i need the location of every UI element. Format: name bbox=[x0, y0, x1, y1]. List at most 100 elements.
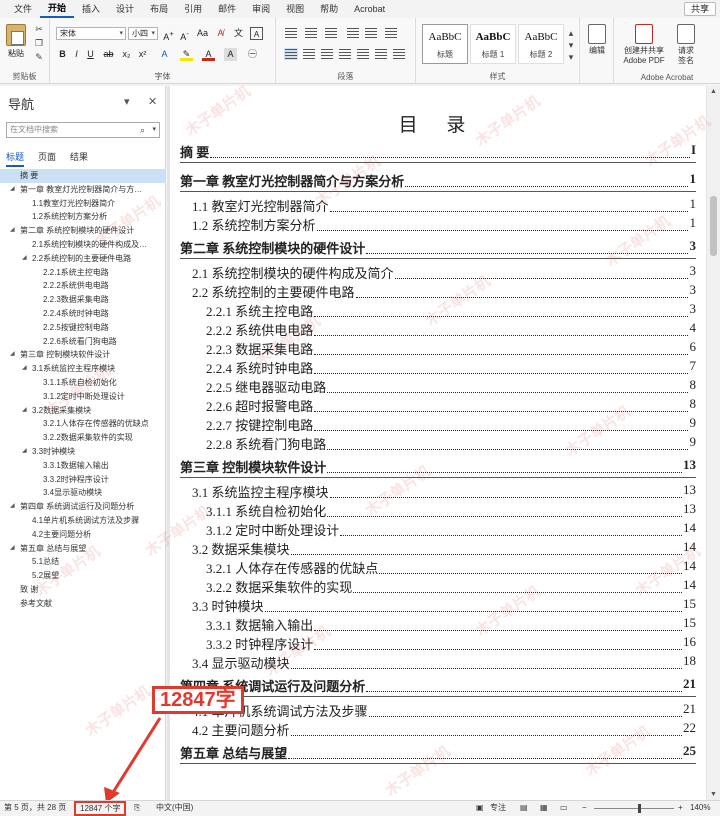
style-title[interactable]: AaBbC 标题 bbox=[422, 24, 468, 64]
align-left-icon[interactable] bbox=[284, 48, 298, 60]
zoom-in-icon[interactable]: + bbox=[678, 801, 683, 815]
web-layout-icon[interactable]: ▭ bbox=[560, 801, 568, 815]
nav-heading-item[interactable]: 致 谢 bbox=[0, 583, 166, 597]
toc-section-entry[interactable]: 1.1 教室灯光控制器简介 1 bbox=[170, 196, 706, 216]
toc-chapter-entry[interactable]: 第二章 系统控制模块的硬件设计 3 bbox=[170, 238, 706, 258]
focus-icon[interactable]: ▣ bbox=[476, 801, 484, 815]
distributed-icon[interactable] bbox=[356, 48, 370, 60]
read-mode-icon[interactable]: ▤ bbox=[520, 801, 528, 815]
grow-font-icon[interactable]: A+ bbox=[162, 27, 175, 42]
nav-heading-item[interactable]: 5.1总结 bbox=[0, 555, 166, 569]
menu-tab[interactable]: 文件 bbox=[6, 0, 40, 18]
toc-chapter-entry[interactable]: 第五章 总结与展望 25 bbox=[170, 743, 706, 763]
toc-section-entry[interactable]: 2.2.5 继电器驱动电路 8 bbox=[170, 377, 706, 397]
enclose-char-icon[interactable]: ㊀ bbox=[246, 48, 259, 61]
collapse-triangle-icon[interactable]: ◢ bbox=[22, 362, 27, 376]
scroll-thumb[interactable] bbox=[710, 196, 717, 256]
toc-section-entry[interactable]: 2.2.3 数据采集电路 6 bbox=[170, 339, 706, 359]
nav-heading-item[interactable]: 3.2.1人体存在传感器的优缺点 bbox=[0, 417, 166, 431]
nav-heading-item[interactable]: ◢ 第三章 控制模块软件设计 bbox=[0, 348, 166, 362]
toc-section-entry[interactable]: 2.2.7 按键控制电路 9 bbox=[170, 415, 706, 435]
toc-section-entry[interactable]: 3.3.2 时钟程序设计 16 bbox=[170, 634, 706, 654]
italic-icon[interactable]: I bbox=[70, 48, 83, 61]
nav-heading-item[interactable]: 5.2展望 bbox=[0, 569, 166, 583]
change-case-icon[interactable]: Aa bbox=[196, 27, 209, 40]
toc-section-entry[interactable]: 3.3.1 数据输入输出 15 bbox=[170, 615, 706, 635]
nav-tab[interactable]: 结果 bbox=[70, 150, 88, 167]
menu-tab[interactable]: 开始 bbox=[40, 1, 75, 18]
font-color-icon[interactable]: A bbox=[202, 48, 215, 61]
nav-heading-item[interactable]: 2.2.3数据采集电路 bbox=[0, 293, 166, 307]
numbering-icon[interactable] bbox=[304, 27, 318, 39]
chevron-up-icon[interactable]: ▴ bbox=[566, 28, 576, 38]
phonetic-guide-icon[interactable]: 文 bbox=[232, 27, 245, 40]
nav-heading-item[interactable]: 摘 要 bbox=[0, 169, 166, 183]
zoom-slider[interactable] bbox=[594, 808, 674, 809]
nav-heading-item[interactable]: 2.2.6系统看门狗电路 bbox=[0, 335, 166, 349]
toc-section-entry[interactable]: 2.1 系统控制模块的硬件构成及简介 3 bbox=[170, 263, 706, 283]
toc-section-entry[interactable]: 3.2 数据采集模块 14 bbox=[170, 539, 706, 559]
word-count[interactable]: 12847 个字 bbox=[74, 801, 127, 816]
nav-heading-item[interactable]: 3.4显示驱动模块 bbox=[0, 486, 166, 500]
collapse-triangle-icon[interactable]: ◢ bbox=[10, 542, 15, 556]
text-effects-icon[interactable]: A bbox=[158, 48, 171, 61]
nav-heading-item[interactable]: ◢ 3.3时钟模块 bbox=[0, 445, 166, 459]
nav-heading-item[interactable]: 2.2.2系统供电电路 bbox=[0, 279, 166, 293]
collapse-triangle-icon[interactable]: ◢ bbox=[22, 404, 27, 418]
menu-tab[interactable]: 审阅 bbox=[244, 0, 278, 18]
nav-heading-item[interactable]: 3.3.2时钟程序设计 bbox=[0, 473, 166, 487]
editing-button[interactable]: 编辑 bbox=[584, 24, 610, 56]
nav-heading-item[interactable]: 3.1.1系统自检初始化 bbox=[0, 376, 166, 390]
toc-section-entry[interactable]: 3.4 显示驱动模块 18 bbox=[170, 653, 706, 673]
font-name-combo[interactable]: 宋体 ▾ bbox=[56, 27, 126, 40]
justify-icon[interactable] bbox=[338, 48, 352, 60]
menu-tab[interactable]: 布局 bbox=[142, 0, 176, 18]
multilevel-list-icon[interactable] bbox=[324, 27, 338, 39]
chevron-down-icon[interactable]: ▾ bbox=[152, 123, 156, 137]
toc-chapter-entry[interactable]: 第三章 控制模块软件设计 13 bbox=[170, 457, 706, 477]
nav-heading-item[interactable]: ◢ 第五章 总结与展望 bbox=[0, 542, 166, 556]
bold-icon[interactable]: B bbox=[56, 48, 69, 61]
superscript-icon[interactable]: x² bbox=[136, 48, 149, 61]
toc-section-entry[interactable]: 3.3 时钟模块 15 bbox=[170, 596, 706, 616]
zoom-level[interactable]: 140% bbox=[690, 801, 710, 815]
toc-section-entry[interactable]: 2.2.1 系统主控电路 3 bbox=[170, 301, 706, 321]
vertical-scrollbar[interactable]: ▲ ▼ bbox=[707, 86, 720, 800]
toc-section-entry[interactable]: 3.1 系统监控主程序模块 13 bbox=[170, 482, 706, 502]
create-pdf-button[interactable]: 创建并共享 Adobe PDF bbox=[618, 24, 670, 66]
paste-button[interactable]: 粘贴 bbox=[4, 24, 28, 59]
menu-tab[interactable]: 引用 bbox=[176, 0, 210, 18]
toc-section-entry[interactable]: 3.1.2 定时中断处理设计 14 bbox=[170, 520, 706, 540]
toc-chapter-entry[interactable]: 第一章 教室灯光控制器简介与方案分析 1 bbox=[170, 171, 706, 191]
close-icon[interactable]: ✕ bbox=[148, 95, 157, 108]
shading-icon[interactable] bbox=[392, 48, 406, 60]
proofing-icon[interactable]: ⎘ bbox=[134, 801, 140, 815]
nav-heading-item[interactable]: ◢ 第四章 系统调试运行及问题分析 bbox=[0, 500, 166, 514]
zoom-out-icon[interactable]: − bbox=[582, 801, 587, 815]
toc-section-entry[interactable]: 3.2.1 人体存在传感器的优缺点 14 bbox=[170, 558, 706, 578]
toc-section-entry[interactable]: 3.2.2 数据采集软件的实现 14 bbox=[170, 577, 706, 597]
toc-section-entry[interactable]: 2.2.4 系统时钟电路 7 bbox=[170, 358, 706, 378]
increase-indent-icon[interactable] bbox=[364, 27, 378, 39]
menu-tab[interactable]: 视图 bbox=[278, 0, 312, 18]
nav-tab[interactable]: 标题 bbox=[6, 150, 25, 167]
shrink-font-icon[interactable]: A- bbox=[178, 27, 191, 42]
nav-options-icon[interactable]: ▾ bbox=[124, 95, 130, 108]
chinese-layout-icon[interactable] bbox=[384, 27, 398, 39]
decrease-indent-icon[interactable] bbox=[346, 27, 360, 39]
toc-chapter-entry[interactable]: 第四章 系统调试运行及问题分析 21 bbox=[170, 676, 706, 696]
nav-heading-item[interactable]: 4.2主要问题分析 bbox=[0, 528, 166, 542]
nav-heading-item[interactable]: 1.2系统控制方案分析 bbox=[0, 210, 166, 224]
toc-section-entry[interactable]: 3.1.1 系统自检初始化 13 bbox=[170, 501, 706, 521]
toc-section-entry[interactable]: 2.2.8 系统看门狗电路 9 bbox=[170, 434, 706, 454]
clear-format-icon[interactable]: A̸ bbox=[214, 27, 227, 40]
nav-heading-item[interactable]: 3.1.2定时中断处理设计 bbox=[0, 390, 166, 404]
collapse-triangle-icon[interactable]: ◢ bbox=[10, 348, 15, 362]
search-icon[interactable]: ⌕ bbox=[140, 123, 145, 137]
language-indicator[interactable]: 中文(中国) bbox=[156, 801, 193, 815]
focus-label[interactable]: 专注 bbox=[490, 801, 506, 815]
request-signature-button[interactable]: 请求 签名 bbox=[672, 24, 700, 66]
scroll-down-icon[interactable]: ▼ bbox=[710, 791, 717, 798]
toc-section-entry[interactable]: 2.2 系统控制的主要硬件电路 3 bbox=[170, 282, 706, 302]
toc-section-entry[interactable]: 2.2.2 系统供电电路 4 bbox=[170, 320, 706, 340]
